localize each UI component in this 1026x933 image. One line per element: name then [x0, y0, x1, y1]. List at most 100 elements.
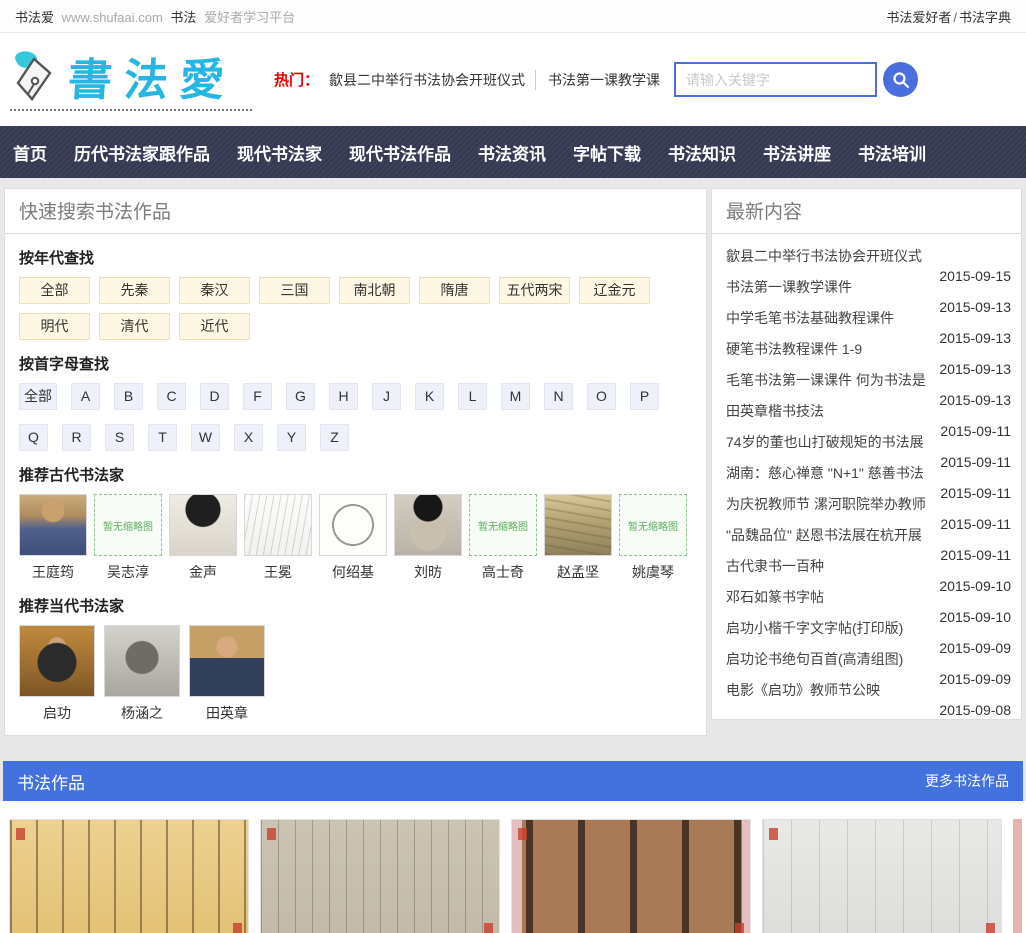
- calligrapher-card[interactable]: 暂无缩略图 吴志淳: [94, 494, 162, 582]
- letter-filter-button[interactable]: L: [458, 383, 487, 410]
- search-input[interactable]: [674, 62, 878, 97]
- era-filter-button[interactable]: 隋唐: [419, 277, 490, 304]
- site-logo[interactable]: 書法愛: [10, 49, 252, 111]
- latest-item-title[interactable]: 歙县二中举行书法协会开班仪式: [726, 246, 922, 266]
- calligrapher-name: 姚虞琴: [632, 564, 674, 580]
- latest-item-title[interactable]: 书法第一课教学课件: [726, 277, 852, 297]
- latest-item-title[interactable]: 邓石如篆书字帖: [726, 587, 824, 607]
- nav-item[interactable]: 书法讲座: [763, 140, 831, 165]
- latest-item: 74岁的董也山打破规矩的书法展 2015-09-11: [712, 426, 1021, 470]
- work-tile[interactable]: 徐渭草书《诗轴》: [511, 819, 751, 933]
- quick-search-panel: 快速搜索书法作品 按年代查找 全部 先秦 秦汉 三国 南北朝 隋唐 五代两宋 辽金元 明代 清代近…: [4, 188, 707, 736]
- calligrapher-card[interactable]: 暂无缩略图 高士奇: [469, 494, 537, 582]
- era-filter-button[interactable]: 全部: [19, 277, 90, 304]
- latest-item-title[interactable]: 为庆祝教师节 漯河职院举办教师: [726, 494, 926, 514]
- search-button[interactable]: [883, 62, 919, 97]
- letter-filter-button[interactable]: P: [630, 383, 659, 410]
- calligrapher-card[interactable]: 王冕: [244, 494, 312, 582]
- calligrapher-thumbnail: 暂无缩略图: [94, 494, 162, 556]
- topbar-links: 书法爱好者 / 书法字典: [886, 7, 1011, 26]
- calligrapher-card[interactable]: 王庭筠: [19, 494, 87, 582]
- era-filter-button[interactable]: 秦汉: [179, 277, 250, 304]
- letter-filter-button[interactable]: S: [105, 424, 134, 451]
- latest-item-title[interactable]: 毛笔书法第一课课件 何为书法是: [726, 370, 926, 390]
- era-filter-button[interactable]: 辽金元: [579, 277, 650, 304]
- hot-link[interactable]: 歙县二中举行书法协会开班仪式: [329, 70, 525, 90]
- letter-filter-button[interactable]: J: [372, 383, 401, 410]
- nav-item[interactable]: 书法知识: [668, 140, 736, 165]
- latest-item: 启功论书绝句百首(高清组图) 2015-09-09: [712, 643, 1021, 687]
- nav-item[interactable]: 书法培训: [858, 140, 926, 165]
- work-tile-partial[interactable]: [1013, 819, 1022, 933]
- work-image: [261, 820, 499, 933]
- letter-filter-button[interactable]: K: [415, 383, 444, 410]
- letter-filter-button[interactable]: R: [62, 424, 91, 451]
- topbar: 书法爱 www.shufaai.com 书法 爱好者学习平台 书法爱好者 / 书法字…: [0, 0, 1026, 33]
- nav-item[interactable]: 现代书法家: [237, 140, 322, 165]
- latest-content-panel: 最新内容 歙县二中举行书法协会开班仪式 2015-09-15 书法第一课教学课件…: [711, 188, 1022, 720]
- latest-item-title[interactable]: 硬笔书法教程课件 1-9: [726, 339, 862, 359]
- era-filter-button[interactable]: 先秦: [99, 277, 170, 304]
- letter-filter-button[interactable]: F: [243, 383, 272, 410]
- nav-item[interactable]: 现代书法作品: [349, 140, 451, 165]
- letter-filter-row: 全部 A B C D F G H J K L M N O P Q R S T W X Y Z: [19, 383, 692, 451]
- latest-item-title[interactable]: 启功小楷千字文字帖(打印版): [726, 618, 903, 638]
- era-filter-button[interactable]: 南北朝: [339, 277, 410, 304]
- work-tile[interactable]: 文徵明小楷《离骚经》: [260, 819, 500, 933]
- era-filter-button[interactable]: 近代: [179, 313, 250, 340]
- calligrapher-card[interactable]: 刘昉: [394, 494, 462, 582]
- letter-filter-button[interactable]: Y: [277, 424, 306, 451]
- work-tile[interactable]: 蔡襄行书《陶生帖》尺牍: [9, 819, 249, 933]
- nav-item[interactable]: 首页: [13, 140, 47, 165]
- nav-item[interactable]: 历代书法家跟作品: [74, 140, 210, 165]
- letter-filter-button[interactable]: X: [234, 424, 263, 451]
- era-filter-button[interactable]: 明代: [19, 313, 90, 340]
- letter-filter-button[interactable]: Q: [19, 424, 48, 451]
- latest-item-title[interactable]: 古代隶书一百种: [726, 556, 824, 576]
- work-tile[interactable]: 弘一法师《行书》: [762, 819, 1002, 933]
- calligrapher-name: 王冕: [264, 564, 292, 580]
- latest-item-title[interactable]: 启功论书绝句百首(高清组图): [726, 649, 903, 669]
- letter-filter-button[interactable]: D: [200, 383, 229, 410]
- link-calligraphy-fans[interactable]: 书法爱好者: [886, 10, 951, 25]
- calligrapher-card[interactable]: 金声: [169, 494, 237, 582]
- letter-filter-button[interactable]: M: [501, 383, 530, 410]
- letter-filter-button[interactable]: B: [114, 383, 143, 410]
- calligrapher-name: 刘昉: [414, 564, 442, 580]
- era-filter-button[interactable]: 三国: [259, 277, 330, 304]
- hot-link[interactable]: 书法第一课教学课: [535, 69, 660, 90]
- calligrapher-card[interactable]: 启功: [19, 625, 95, 723]
- calligrapher-name: 启功: [43, 705, 71, 721]
- letter-filter-button[interactable]: O: [587, 383, 616, 410]
- letter-filter-button[interactable]: N: [544, 383, 573, 410]
- main-content: 快速搜索书法作品 按年代查找 全部 先秦 秦汉 三国 南北朝 隋唐 五代两宋 辽金元 明代 清代近…: [4, 188, 1022, 736]
- latest-item: "品魏品位" 赵恩书法展在杭开展 2015-09-11: [712, 519, 1021, 563]
- latest-item-title[interactable]: 湖南：慈心禅意 "N+1" 慈善书法: [726, 463, 924, 483]
- latest-item-title[interactable]: 电影《启功》教师节公映: [726, 680, 880, 700]
- nav-item[interactable]: 书法资讯: [478, 140, 546, 165]
- letter-filter-button[interactable]: H: [329, 383, 358, 410]
- latest-item-title[interactable]: 74岁的董也山打破规矩的书法展: [726, 432, 924, 452]
- calligrapher-card[interactable]: 何绍基: [319, 494, 387, 582]
- letter-filter-button[interactable]: W: [191, 424, 220, 451]
- letter-filter-button[interactable]: 全部: [19, 383, 57, 410]
- latest-item-title[interactable]: 中学毛笔书法基础教程课件: [726, 308, 894, 328]
- calligrapher-card[interactable]: 赵孟坚: [544, 494, 612, 582]
- calligrapher-card[interactable]: 田英章: [189, 625, 265, 723]
- era-filter-button[interactable]: 清代: [99, 313, 170, 340]
- letter-filter-button[interactable]: G: [286, 383, 315, 410]
- link-calligraphy-dictionary[interactable]: 书法字典: [959, 10, 1011, 25]
- calligrapher-card[interactable]: 暂无缩略图 姚虞琴: [619, 494, 687, 582]
- letter-filter-button[interactable]: C: [157, 383, 186, 410]
- letter-filter-button[interactable]: A: [71, 383, 100, 410]
- more-works-link[interactable]: 更多书法作品: [925, 771, 1009, 791]
- latest-item: 毛笔书法第一课课件 何为书法是 2015-09-13: [712, 364, 1021, 408]
- latest-item-title[interactable]: 田英章楷书技法: [726, 401, 824, 421]
- era-filter-button[interactable]: 五代两宋: [499, 277, 570, 304]
- work-image: [512, 820, 750, 933]
- nav-item[interactable]: 字帖下载: [573, 140, 641, 165]
- calligrapher-card[interactable]: 杨涵之: [104, 625, 180, 723]
- latest-item-title[interactable]: "品魏品位" 赵恩书法展在杭开展: [726, 525, 922, 545]
- letter-filter-button[interactable]: T: [148, 424, 177, 451]
- letter-filter-button[interactable]: Z: [320, 424, 349, 451]
